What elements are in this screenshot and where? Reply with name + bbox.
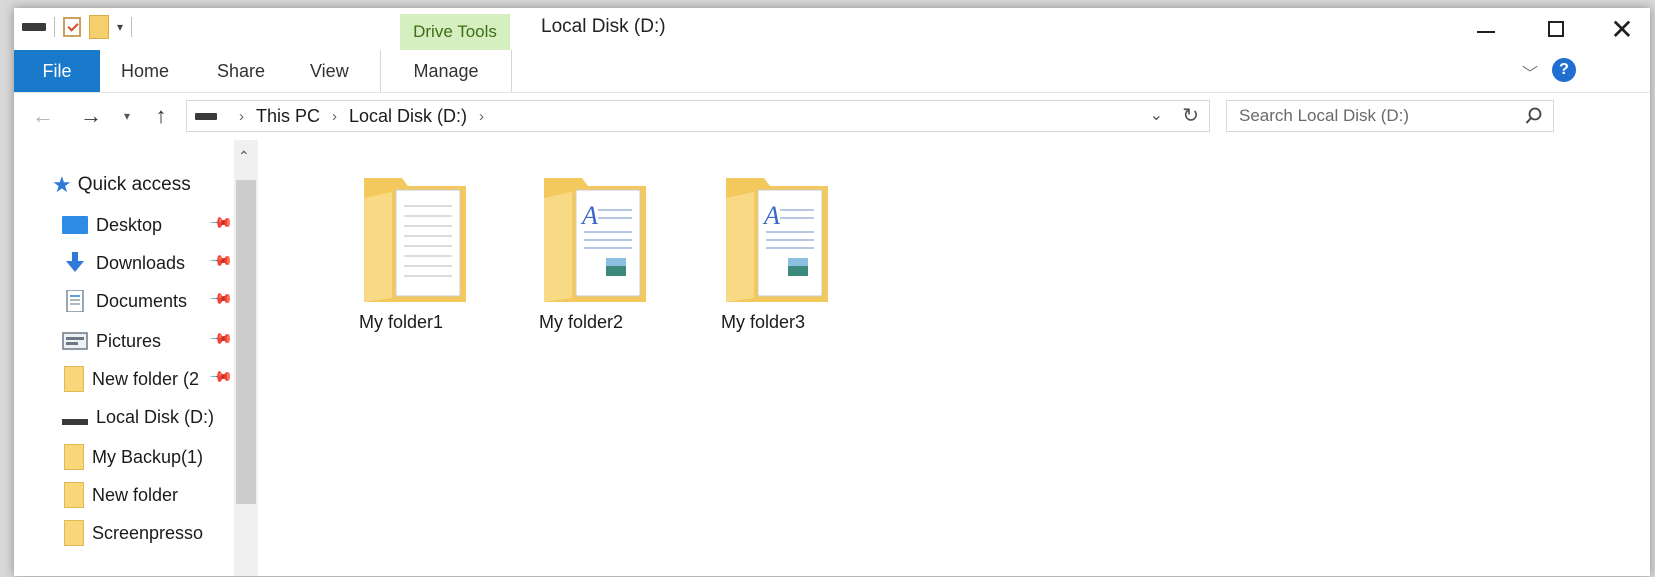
minimize-button[interactable] bbox=[1454, 8, 1518, 50]
explorer-window: ▾ Drive Tools Local Disk (D:) ✕ File Hom… bbox=[14, 8, 1650, 576]
folder-icon bbox=[64, 444, 84, 470]
refresh-icon[interactable]: ↻ bbox=[1182, 103, 1199, 128]
recent-locations-chevron-icon[interactable]: ▾ bbox=[118, 101, 136, 131]
sidebar-item-screenpresso[interactable]: Screenpresso bbox=[62, 518, 203, 548]
search-icon[interactable] bbox=[1525, 107, 1543, 125]
breadcrumb-chevron-icon[interactable]: › bbox=[239, 108, 244, 125]
sidebar-item-label: New folder (2 bbox=[92, 368, 200, 389]
new-folder-icon[interactable] bbox=[89, 15, 109, 39]
drive-icon bbox=[62, 419, 88, 425]
sidebar-item-my-backup[interactable]: My Backup(1) bbox=[62, 442, 203, 472]
breadcrumb-this-pc[interactable]: This PC bbox=[256, 106, 320, 127]
sidebar-item-label: New folder bbox=[92, 484, 179, 505]
help-icon[interactable]: ? bbox=[1552, 58, 1576, 82]
folder-icon bbox=[364, 178, 466, 302]
pictures-icon bbox=[62, 332, 88, 350]
breadcrumb-local-disk[interactable]: Local Disk (D:) bbox=[349, 106, 467, 127]
folder-icon bbox=[64, 520, 84, 546]
folder-item-my-folder2[interactable]: A My folder2 bbox=[506, 176, 656, 346]
sidebar-item-downloads[interactable]: Downloads bbox=[62, 248, 185, 278]
sidebar-item-label: Downloads bbox=[96, 252, 186, 273]
minimize-icon bbox=[1477, 31, 1495, 33]
tab-file[interactable]: File bbox=[14, 50, 100, 92]
svg-text:A: A bbox=[580, 201, 598, 230]
scroll-up-arrow-icon[interactable]: ⌃ bbox=[238, 148, 250, 165]
drive-icon bbox=[195, 112, 217, 120]
star-icon: ★ bbox=[52, 172, 72, 197]
download-arrow-icon bbox=[66, 252, 84, 272]
quick-access-item[interactable]: ★ Quick access bbox=[52, 170, 191, 200]
folder-icon: A bbox=[544, 178, 646, 302]
svg-text:A: A bbox=[762, 201, 780, 230]
sidebar-item-label: Pictures bbox=[96, 330, 162, 351]
sidebar-item-desktop[interactable]: Desktop bbox=[62, 210, 162, 240]
pin-icon[interactable]: 📌 bbox=[208, 326, 234, 352]
breadcrumb-chevron-icon[interactable]: › bbox=[479, 108, 484, 125]
quick-access-label: Quick access bbox=[77, 174, 191, 195]
folder-icon: A bbox=[726, 178, 828, 302]
sidebar-item-new-folder-2[interactable]: New folder (2 bbox=[62, 364, 199, 394]
pin-icon[interactable]: 📌 bbox=[208, 248, 234, 274]
sidebar-item-label: Local Disk (D:) bbox=[96, 406, 215, 427]
desktop-icon bbox=[62, 216, 88, 234]
folder-name: My folder1 bbox=[358, 312, 444, 332]
search-placeholder: Search Local Disk (D:) bbox=[1239, 106, 1410, 125]
folder-item-my-folder1[interactable]: My folder1 bbox=[326, 176, 476, 346]
search-input[interactable]: Search Local Disk (D:) bbox=[1226, 100, 1554, 132]
sidebar-item-local-disk[interactable]: Local Disk (D:) bbox=[62, 402, 214, 432]
breadcrumb-chevron-icon[interactable]: › bbox=[332, 108, 337, 125]
tab-share[interactable]: Share bbox=[217, 50, 265, 92]
drive-icon[interactable] bbox=[22, 23, 46, 31]
documents-icon bbox=[66, 290, 84, 312]
pin-icon[interactable]: 📌 bbox=[208, 364, 234, 390]
folder-name: My folder3 bbox=[720, 312, 806, 332]
address-dropdown-chevron-icon[interactable]: ⌄ bbox=[1150, 105, 1163, 125]
navigation-pane: ★ Quick access Desktop 📌 Downloads 📌 Doc… bbox=[14, 140, 262, 576]
tab-home[interactable]: Home bbox=[121, 50, 169, 92]
quick-access-toolbar: ▾ bbox=[22, 12, 133, 42]
title-bar: ▾ Drive Tools Local Disk (D:) ✕ bbox=[14, 8, 1650, 50]
sidebar-item-label: My Backup(1) bbox=[92, 446, 204, 467]
sidebar-item-documents[interactable]: Documents bbox=[62, 286, 187, 316]
sidebar-item-new-folder[interactable]: New folder bbox=[62, 480, 178, 510]
forward-arrow-icon[interactable]: → bbox=[76, 101, 106, 131]
file-list-area: My folder1 A My folder2 A My folder3 bbox=[274, 140, 1650, 576]
pin-icon[interactable]: 📌 bbox=[208, 286, 234, 312]
scrollbar-thumb[interactable] bbox=[236, 180, 256, 504]
customize-toolbar-icon[interactable]: ▾ bbox=[117, 20, 123, 34]
address-bar[interactable]: › This PC › Local Disk (D:) › ⌄ ↻ bbox=[186, 100, 1210, 132]
sidebar-item-pictures[interactable]: Pictures bbox=[62, 326, 161, 356]
sidebar-item-label: Documents bbox=[96, 290, 188, 311]
folder-icon bbox=[64, 482, 84, 508]
navigation-bar: ← → ▾ ↑ › This PC › Local Disk (D:) › ⌄ … bbox=[14, 93, 1650, 139]
up-arrow-icon[interactable]: ↑ bbox=[148, 101, 174, 131]
maximize-button[interactable] bbox=[1524, 8, 1588, 50]
window-title: Local Disk (D:) bbox=[541, 16, 666, 37]
drive-tools-contextual-tab: Drive Tools bbox=[400, 14, 510, 50]
expand-ribbon-chevron-icon[interactable]: ﹀ bbox=[1522, 60, 1538, 84]
maximize-icon bbox=[1548, 21, 1564, 37]
sidebar-item-label: Desktop bbox=[96, 214, 163, 235]
close-icon: ✕ bbox=[1610, 13, 1634, 45]
tab-manage[interactable]: Manage bbox=[380, 50, 512, 92]
tab-view[interactable]: View bbox=[310, 50, 349, 92]
back-arrow-icon[interactable]: ← bbox=[28, 101, 58, 131]
pin-icon[interactable]: 📌 bbox=[208, 210, 234, 236]
ribbon-tabs: File Home Share View Manage ﹀ ? bbox=[14, 50, 1650, 93]
toolbar-divider bbox=[131, 17, 133, 37]
folder-item-my-folder3[interactable]: A My folder3 bbox=[688, 176, 838, 346]
folder-name: My folder2 bbox=[538, 312, 624, 332]
properties-icon[interactable] bbox=[63, 17, 81, 37]
toolbar-divider bbox=[54, 17, 55, 37]
close-button[interactable]: ✕ bbox=[1590, 8, 1650, 50]
folder-icon bbox=[64, 366, 84, 392]
sidebar-item-label: Screenpresso bbox=[92, 522, 204, 543]
